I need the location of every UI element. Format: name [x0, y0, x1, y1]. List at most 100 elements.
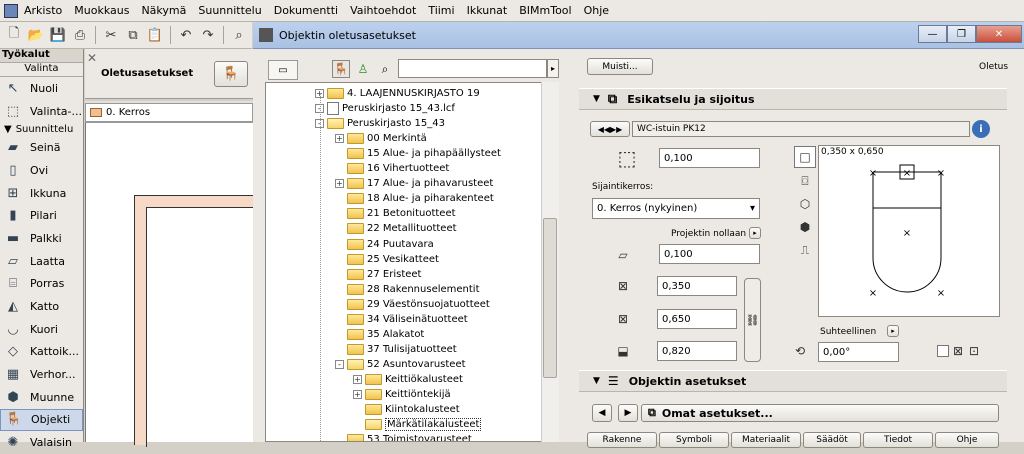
tool-palkki[interactable]: ▬ Palkki — [0, 227, 83, 250]
tool-katto[interactable]: ◭ Katto — [0, 295, 83, 318]
expand-icon[interactable]: + — [335, 134, 344, 144]
tool-ovi[interactable]: ▯ Ovi — [0, 159, 83, 182]
menu-muokkaus[interactable]: Muokkaus — [74, 4, 129, 17]
tab-floor-plan[interactable]: 0. Kerros — [85, 103, 253, 122]
search-icon[interactable]: ⌕ — [376, 60, 394, 78]
tree-item[interactable]: Kiintokalusteet — [353, 402, 460, 417]
tool-pilari[interactable]: ▮ Pilari — [0, 204, 83, 227]
menu-ohje[interactable]: Ohje — [584, 4, 609, 17]
tree-scrollbar-thumb[interactable] — [543, 218, 557, 378]
tool-objekti[interactable]: 🪑 Objekti — [0, 408, 83, 432]
angle-field[interactable]: 0,00° — [818, 342, 899, 362]
undo-icon[interactable]: ↶ — [176, 25, 196, 45]
tab-ohje[interactable]: Ohje — [935, 432, 999, 448]
close-button[interactable]: ✕ — [976, 25, 1022, 43]
tree-item[interactable]: 34 Väliseinätuotteet — [335, 312, 468, 327]
side-view-icon[interactable]: ⌼ — [794, 171, 816, 191]
tree-item[interactable]: 27 Eristeet — [335, 267, 421, 282]
menu-tiimi[interactable]: Tiimi — [428, 4, 454, 17]
tree-item[interactable]: 24 Puutavara — [335, 237, 434, 252]
menu-nakyma[interactable]: Näkymä — [141, 4, 186, 17]
collapse-icon[interactable]: - — [335, 359, 344, 369]
new-file-icon[interactable]: 🗋 — [4, 25, 24, 45]
tree-item[interactable]: - 52 Asuntovarusteet — [335, 357, 466, 372]
tree-item[interactable]: + Keittiöntekijä — [353, 387, 451, 402]
menu-dokumentti[interactable]: Dokumentti — [274, 4, 338, 17]
menu-suunnittelu[interactable]: Suunnittelu — [198, 4, 261, 17]
copy-icon[interactable]: ⧉ — [123, 25, 143, 45]
toolbox-valinta[interactable]: Valinta — [0, 63, 83, 77]
reference-toggle[interactable]: ▸ — [749, 227, 761, 239]
minimize-button[interactable]: — — [918, 25, 947, 43]
next-settings-button[interactable]: ▶ — [618, 404, 638, 422]
tool-valaisin[interactable]: ✺ Valaisin — [0, 431, 83, 454]
tree-item[interactable]: 25 Vesikatteet — [335, 252, 439, 267]
search-go-button[interactable]: ▸ — [547, 59, 559, 78]
sijaintikerros-select[interactable]: 0. Kerros (nykyinen) ▾ — [592, 198, 760, 219]
redo-icon[interactable]: ↷ — [198, 25, 218, 45]
tree-item[interactable]: 53 Toimistovarusteet — [335, 432, 472, 441]
tab-symboli[interactable]: Symboli — [659, 432, 729, 448]
expand-icon[interactable]: + — [335, 179, 344, 189]
tree-item[interactable]: 15 Alue- ja pihapäällysteet — [335, 146, 501, 161]
tab-tiedot[interactable]: Tiedot — [863, 432, 933, 448]
tree-item[interactable]: - Peruskirjasto 15_43 — [315, 116, 445, 131]
close-icon[interactable]: ✕ — [87, 51, 97, 65]
front-view-icon[interactable]: ⎍ — [794, 240, 816, 260]
tab-materiaalit[interactable]: Materiaalit — [731, 432, 801, 448]
tool-muunne[interactable]: ⬢ Muunne — [0, 386, 83, 409]
suhteellinen-toggle[interactable]: ▸ — [887, 325, 899, 337]
tree-item[interactable]: + Keittiökalusteet — [353, 372, 463, 387]
width-field[interactable]: 0,350 — [657, 276, 737, 296]
tab-saadot[interactable]: Säädöt — [803, 432, 861, 448]
height-top-field[interactable]: 0,100 — [659, 148, 760, 168]
menu-bimmtool[interactable]: BIMmTool — [519, 4, 571, 17]
info-icon[interactable]: i — [972, 120, 990, 138]
depth-field[interactable]: 0,650 — [657, 309, 737, 329]
group-suunnittelu[interactable]: ▼ Suunnittelu — [0, 122, 83, 136]
muisti-button[interactable]: Muisti... — [587, 58, 653, 75]
tree-item[interactable]: +00 Merkintä — [335, 131, 427, 146]
tree-item[interactable]: 29 Väestönsuojatuotteet — [335, 297, 490, 312]
elevation-field[interactable]: 0,100 — [659, 244, 760, 264]
paste-icon[interactable]: 📋 — [145, 25, 165, 45]
save-icon[interactable]: 💾 — [48, 25, 68, 45]
tree-item[interactable]: 16 Vihertuotteet — [335, 161, 449, 176]
tool-kattoikkuna[interactable]: ◇ Kattoik... — [0, 341, 83, 364]
find-icon[interactable]: ⌕ — [229, 25, 249, 45]
expand-icon[interactable]: + — [353, 390, 362, 399]
expand-icon[interactable]: + — [353, 374, 362, 384]
section-preview-header[interactable]: ▼ ⧉ Esikatselu ja sijoitus — [579, 88, 1007, 110]
tool-nuoli[interactable]: ↖ Nuoli — [0, 77, 83, 100]
tab-rakenne[interactable]: Rakenne — [587, 432, 657, 448]
tree-item[interactable]: 21 Betonituotteet — [335, 206, 456, 221]
section-object-settings-header[interactable]: ▼ ☰ Objektin asetukset — [579, 370, 1007, 392]
print-icon[interactable]: ⎙ — [70, 25, 90, 45]
tree-item[interactable]: +4. LAAJENNUSKIRJASTO 19 — [315, 86, 480, 101]
plan-view-icon[interactable]: □ — [794, 146, 816, 168]
drawing-canvas[interactable] — [85, 123, 256, 447]
menu-ikkunat[interactable]: Ikkunat — [467, 4, 508, 17]
prev-next-object-buttons[interactable]: ◀◀▶▶ — [590, 121, 630, 137]
view-mode-icon[interactable]: ▭ — [268, 60, 298, 80]
tool-kuori[interactable]: ◡ Kuori — [0, 318, 83, 341]
height-field[interactable]: 0,820 — [657, 341, 737, 361]
tree-item[interactable]: 22 Metallituotteet — [335, 221, 457, 236]
tool-laatta[interactable]: ▱ Laatta — [0, 250, 83, 273]
tool-ikkuna[interactable]: ⊞ Ikkuna — [0, 182, 83, 205]
tree-item[interactable]: +17 Alue- ja pihavarusteet — [335, 176, 493, 191]
app-icon[interactable] — [4, 3, 18, 18]
tool-porras[interactable]: ⌸ Porras — [0, 273, 83, 296]
tree-item[interactable]: Märkätilakalusteet — [353, 417, 482, 432]
tool-valinta[interactable]: ⬚ Valinta-... — [0, 100, 83, 123]
cut-icon[interactable]: ✂ — [101, 25, 121, 45]
object-filter-green-icon[interactable]: ♙ — [354, 60, 372, 78]
tree-item[interactable]: 28 Rakennuselementit — [335, 282, 480, 297]
prev-settings-button[interactable]: ◀ — [592, 404, 612, 422]
object-settings-button[interactable]: 🪑 — [214, 61, 248, 87]
tool-seina[interactable]: ▰ Seinä — [0, 136, 83, 159]
3d-wireframe-icon[interactable]: ⬡ — [794, 194, 816, 214]
chain-link-icon[interactable]: ⛓ — [744, 278, 761, 362]
menu-arkisto[interactable]: Arkisto — [24, 4, 62, 17]
tree-item[interactable]: 35 Alakatot — [335, 327, 424, 342]
